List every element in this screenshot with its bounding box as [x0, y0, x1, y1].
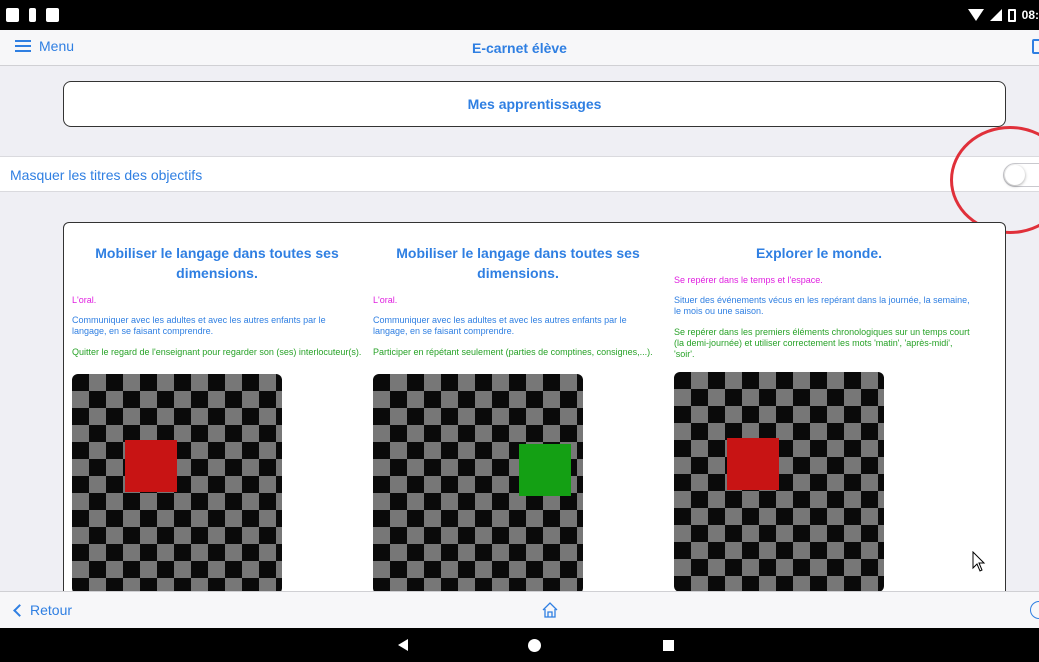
domain-label: Se repérer dans le temps et l'espace.: [674, 275, 823, 285]
back-button[interactable]: Retour: [13, 602, 73, 618]
chevron-left-icon: [13, 603, 26, 617]
help-icon[interactable]: [1030, 601, 1039, 619]
item-text[interactable]: Participer en répétant seulement (partie…: [373, 347, 663, 358]
sd-card-icon: [46, 8, 59, 22]
hide-titles-label: Masquer les titres des objectifs: [10, 167, 203, 183]
objective-text: Communiquer avec les adultes et avec les…: [373, 315, 627, 336]
back-label: Retour: [30, 602, 73, 618]
android-back-icon[interactable]: [398, 639, 408, 651]
notification-icon: [29, 8, 36, 22]
status-bar: 08:: [0, 0, 1039, 30]
learning-column: Mobiliser le langage dans toutes ses dim…: [373, 223, 663, 594]
gallery-icon: [6, 8, 19, 22]
mouse-cursor-icon: [972, 551, 986, 572]
status-icons-left: [6, 8, 59, 22]
column-title: Mobiliser le langage dans toutes ses dim…: [95, 245, 339, 281]
document-icon[interactable]: [1032, 39, 1039, 54]
android-home-icon[interactable]: [528, 639, 541, 652]
status-square: [727, 438, 779, 490]
work-image[interactable]: [72, 374, 282, 594]
mes-apprentissages-button[interactable]: Mes apprentissages: [63, 81, 1006, 127]
home-icon[interactable]: [541, 601, 559, 619]
signal-icon: [989, 9, 1002, 21]
objective-text: Communiquer avec les adultes et avec les…: [72, 315, 326, 336]
column-title: Mobiliser le langage dans toutes ses dim…: [396, 245, 640, 281]
status-square: [519, 444, 571, 496]
objective-text: Situer des événements vécus en les repér…: [674, 295, 970, 316]
android-navigation-bar: [0, 628, 1039, 662]
learning-column: Explorer le monde. Se repérer dans le te…: [674, 223, 974, 592]
wifi-icon: [967, 9, 984, 21]
battery-icon: [1007, 8, 1016, 22]
android-recents-icon[interactable]: [663, 640, 674, 651]
work-image[interactable]: [373, 374, 583, 594]
clock: 08:: [1021, 8, 1039, 22]
learning-card: Mobiliser le langage dans toutes ses dim…: [63, 222, 1006, 602]
work-image[interactable]: [674, 372, 884, 592]
column-title: Explorer le monde.: [755, 245, 883, 261]
status-square: [125, 440, 177, 492]
domain-label: L'oral.: [72, 295, 97, 305]
domain-label: L'oral.: [373, 295, 398, 305]
page-title: E-carnet élève: [472, 40, 567, 56]
highlight-annotation-circle: [950, 126, 1039, 234]
navigation-bar: Menu E-carnet élève: [0, 30, 1039, 66]
hide-titles-row: Masquer les titres des objectifs: [0, 156, 1039, 192]
bottom-toolbar: Retour: [0, 591, 1039, 628]
item-text[interactable]: Se repérer dans les premiers éléments ch…: [674, 327, 974, 360]
item-text[interactable]: Quitter le regard de l'enseignant pour r…: [72, 347, 362, 358]
learning-column: Mobiliser le langage dans toutes ses dim…: [72, 223, 362, 594]
status-icons-right: 08:: [967, 8, 1039, 22]
